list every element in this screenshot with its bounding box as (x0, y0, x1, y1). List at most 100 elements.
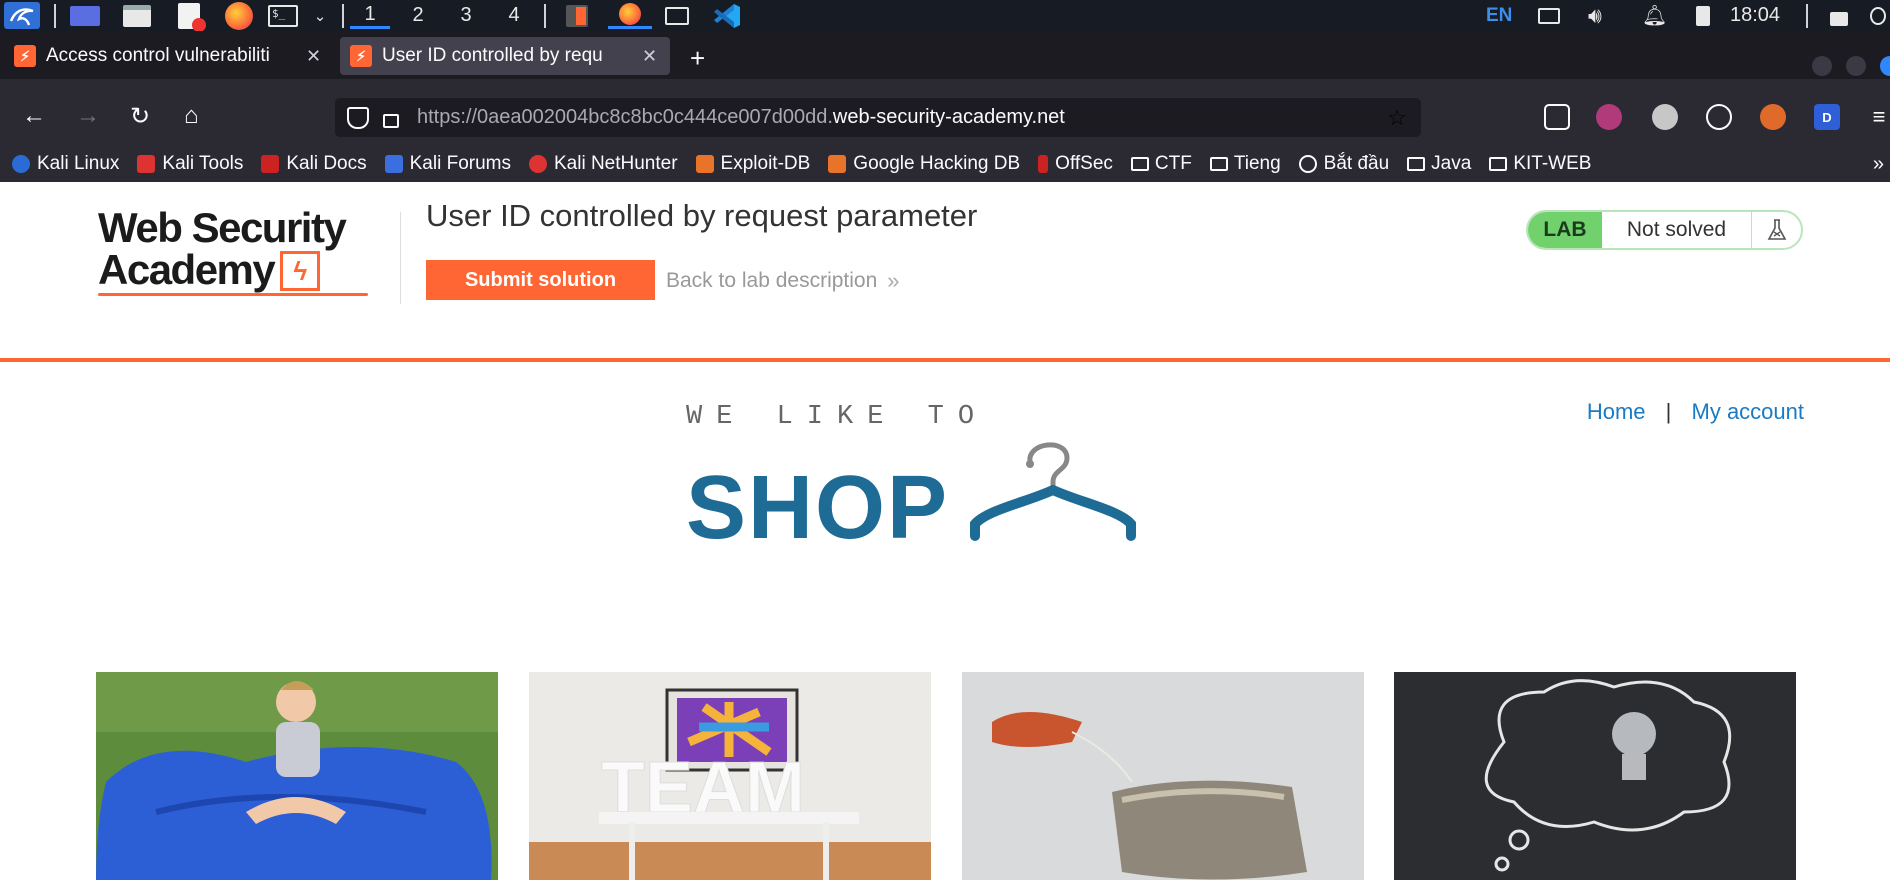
home-link[interactable]: Home (1587, 399, 1646, 424)
bookmark-label: CTF (1154, 153, 1192, 174)
hamburger-menu-icon[interactable]: ≡ (1866, 104, 1890, 130)
portswigger-favicon-icon: ⚡︎ (14, 45, 36, 67)
bookmark-label: Java (1431, 153, 1472, 174)
forward-arrow-icon[interactable]: → (76, 102, 100, 130)
double-chevron-right-icon: » (887, 268, 900, 293)
submit-solution-button[interactable]: Submit solution (426, 260, 655, 300)
firefox-window-icon[interactable] (608, 2, 652, 29)
globe-icon (1298, 155, 1317, 173)
chevron-down-icon[interactable]: ⌄ (310, 2, 330, 29)
cookie-icon[interactable] (1706, 104, 1732, 130)
maximize-window-button[interactable] (1846, 56, 1866, 76)
taskbar-separator (544, 4, 546, 28)
tab-access-control[interactable]: ⚡︎ Access control vulnerabiliti ✕ (4, 37, 334, 75)
padlock-icon[interactable] (383, 113, 399, 128)
logo-line-1: Web Security (98, 204, 347, 251)
lightning-icon: ϟ (280, 251, 321, 291)
taskbar-separator (54, 4, 56, 28)
bookmark-folder-tieng[interactable]: Tieng (1209, 153, 1281, 175)
desktop-icon[interactable] (68, 2, 102, 29)
bookmark-ghdb[interactable]: Google Hacking DB (828, 153, 1020, 175)
bookmark-folder-java[interactable]: Java (1407, 153, 1471, 175)
firefox-icon[interactable] (222, 1, 256, 30)
bookmark-offsec[interactable]: OffSec (1038, 153, 1113, 175)
bookmark-exploit-db[interactable]: Exploit-DB (695, 153, 811, 175)
lock-screen-icon[interactable] (1830, 0, 1848, 31)
workspace-3[interactable]: 3 (446, 2, 486, 29)
kali-menu-icon[interactable] (4, 2, 40, 29)
product-image-bean-bag[interactable] (96, 672, 498, 880)
bookmark-kali-forums[interactable]: Kali Forums (384, 153, 511, 175)
product-image-lightbulb[interactable] (1394, 672, 1796, 880)
lab-title: User ID controlled by request parameter (426, 198, 978, 233)
network-icon[interactable] (1538, 0, 1560, 31)
back-to-lab-description-link[interactable]: Back to lab description » (666, 268, 900, 294)
home-icon[interactable]: ⌂ (184, 102, 199, 130)
battery-icon[interactable] (1696, 0, 1710, 31)
bookmark-label: Google Hacking DB (853, 153, 1021, 174)
extension-d-icon[interactable]: D (1814, 104, 1840, 130)
reload-icon[interactable]: ↻ (130, 102, 150, 131)
exploitdb-icon (695, 155, 714, 173)
new-tab-icon[interactable]: + (690, 43, 705, 74)
flask-icon (1752, 218, 1801, 242)
clothes-hanger-icon (970, 442, 1137, 541)
url-domain: web-security-academy.net (832, 106, 1065, 128)
power-icon[interactable] (1870, 0, 1888, 31)
burp-window-icon[interactable] (560, 2, 594, 29)
minimize-window-button[interactable] (1812, 56, 1832, 76)
language-indicator[interactable]: EN (1486, 0, 1512, 31)
volume-icon[interactable]: 🔊︎ (1588, 0, 1602, 31)
shop-tagline: WE LIKE TO (686, 402, 989, 432)
bookmarks-overflow-icon[interactable]: » (1873, 153, 1884, 176)
we-like-to-shop-logo: WE LIKE TO SHOP (686, 402, 1216, 553)
bookmark-kali-linux[interactable]: Kali Linux (12, 153, 119, 175)
bookmark-folder-kit-web[interactable]: KIT-WEB (1489, 153, 1591, 175)
text-editor-icon[interactable] (172, 2, 206, 32)
workspace-1[interactable]: 1 (350, 2, 390, 29)
close-tab-icon[interactable]: ✕ (306, 46, 321, 67)
notification-bell-icon[interactable]: 🔔︎ (1642, 0, 1667, 31)
bookmark-label: Tieng (1233, 153, 1281, 174)
product-image-tea-bag[interactable] (962, 672, 1364, 880)
url-prefix: https://0aea002004bc8c8bc0c444ce007d00dd… (417, 106, 833, 128)
bookmark-label: OffSec (1055, 153, 1113, 174)
bookmark-kali-tools[interactable]: Kali Tools (137, 153, 243, 175)
workspace-4[interactable]: 4 (494, 2, 534, 29)
extension-gear-icon[interactable] (1652, 104, 1678, 130)
page-content: Web Security Academy ϟ User ID controlle… (0, 182, 1890, 880)
workspace-2[interactable]: 2 (398, 2, 438, 29)
bookmark-label: Kali Tools (162, 153, 244, 174)
vscode-icon[interactable] (710, 2, 744, 29)
file-manager-icon[interactable] (120, 2, 154, 29)
lab-label: LAB (1528, 212, 1602, 248)
foxyproxy-icon[interactable] (1760, 104, 1786, 130)
os-taskbar: $_ ⌄ 1 2 3 4 EN 🔊︎ 🔔︎ 18:04 (0, 0, 1890, 32)
url-bar[interactable]: https://0aea002004bc8c8bc0c444ce007d00dd… (335, 98, 1421, 137)
bookmark-star-icon[interactable]: ☆ (1387, 105, 1407, 131)
extension-avatar-icon[interactable] (1596, 104, 1622, 130)
product-image-team[interactable]: TEAM (529, 672, 931, 880)
bookmarks-bar: Kali Linux Kali Tools Kali Docs Kali For… (0, 146, 1890, 182)
kali-icon (12, 155, 30, 173)
my-account-link[interactable]: My account (1692, 399, 1805, 424)
logo-line-2: Academy (98, 246, 276, 293)
tab-user-id-lab[interactable]: ⚡︎ User ID controlled by requ ✕ (340, 37, 670, 75)
bookmark-bat-dau[interactable]: Bắt đầu (1298, 153, 1389, 175)
clock[interactable]: 18:04 (1730, 0, 1780, 31)
web-security-academy-logo[interactable]: Web Security Academy ϟ (98, 207, 398, 297)
bookmark-kali-docs[interactable]: Kali Docs (261, 153, 367, 175)
pocket-icon[interactable] (1544, 104, 1570, 130)
bookmark-kali-nethunter[interactable]: Kali NetHunter (528, 153, 678, 175)
terminal-icon[interactable]: $_ (266, 2, 300, 29)
bookmark-folder-ctf[interactable]: CTF (1130, 153, 1192, 175)
back-arrow-icon[interactable]: ← (22, 102, 46, 130)
bookmark-label: Kali Forums (409, 153, 511, 174)
tracking-shield-icon[interactable] (347, 106, 369, 129)
close-tab-icon[interactable]: ✕ (642, 46, 657, 67)
back-link-label: Back to lab description (666, 269, 878, 292)
nethunter-icon (528, 155, 547, 173)
terminal-window-icon[interactable] (660, 2, 694, 29)
bookmark-label: Exploit-DB (720, 153, 811, 174)
browser-tab-bar: ⚡︎ Access control vulnerabiliti ✕ ⚡︎ Use… (0, 31, 1890, 79)
